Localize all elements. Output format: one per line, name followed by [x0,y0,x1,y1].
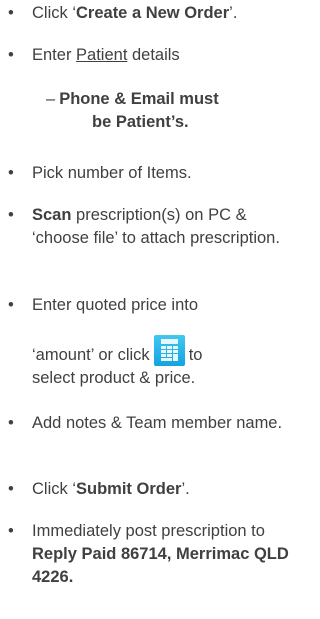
step-create-order: • Click ‘Create a New Order’. [8,2,310,25]
step-text: Click ‘ [32,4,76,22]
bullet: • [8,480,14,498]
step-text: details [127,46,180,64]
step-text: Add notes & Team member name. [32,414,283,432]
calculator-icon[interactable] [153,335,185,366]
step-bold-text: Submit Order [76,480,182,498]
bullet: • [8,4,14,22]
step-text: to [188,346,203,364]
bullet: • [8,206,14,224]
sub-step-line-1: Phone & Email must [59,90,219,108]
step-enter-patient: • Enter Patient details [8,44,310,67]
sub-step-phone-email: – Phone & Email must be Patient’s. [46,88,310,134]
step-submit-order: • Click ‘Submit Order’. [8,478,310,501]
sub-step-line-2: be Patient’s. [92,113,189,131]
step-text: ’. [229,4,238,22]
step-text: Enter [32,46,77,64]
step-bold-text: Reply Paid 86714, Merrimac QLD 4226. [32,545,289,586]
step-text: Pick number of Items. [32,164,192,182]
step-text: Enter quoted price into [32,296,199,314]
bullet: • [8,522,14,540]
bullet: • [8,164,14,182]
bullet: • [8,46,14,64]
step-line-with-icon: ‘amount’ or click to [32,335,310,367]
bullet: • [8,414,14,432]
step-text: Immediately post prescription to [32,522,265,540]
step-add-notes: • Add notes & Team member name. [8,412,310,435]
step-bold-text: Scan [32,206,72,224]
dash: – [46,90,56,108]
step-scan: • Scan prescription(s) on PC & ‘choose f… [8,204,302,250]
step-bold-text: Create a New Order [76,4,230,22]
step-text: ’. [181,480,190,498]
instruction-list: • Click ‘Create a New Order’. • Enter Pa… [0,0,314,619]
bullet: • [8,296,14,314]
step-text: select product & price. [32,369,196,387]
step-post-prescription: • Immediately post prescription to Reply… [8,520,312,589]
step-pick-items: • Pick number of Items. [8,162,310,185]
step-text: ‘amount’ or click [32,346,150,364]
step-enter-price: • Enter quoted price into ‘amount’ or cl… [8,294,310,390]
step-text: Click ‘ [32,480,76,498]
step-underlined-text: Patient [76,46,128,64]
